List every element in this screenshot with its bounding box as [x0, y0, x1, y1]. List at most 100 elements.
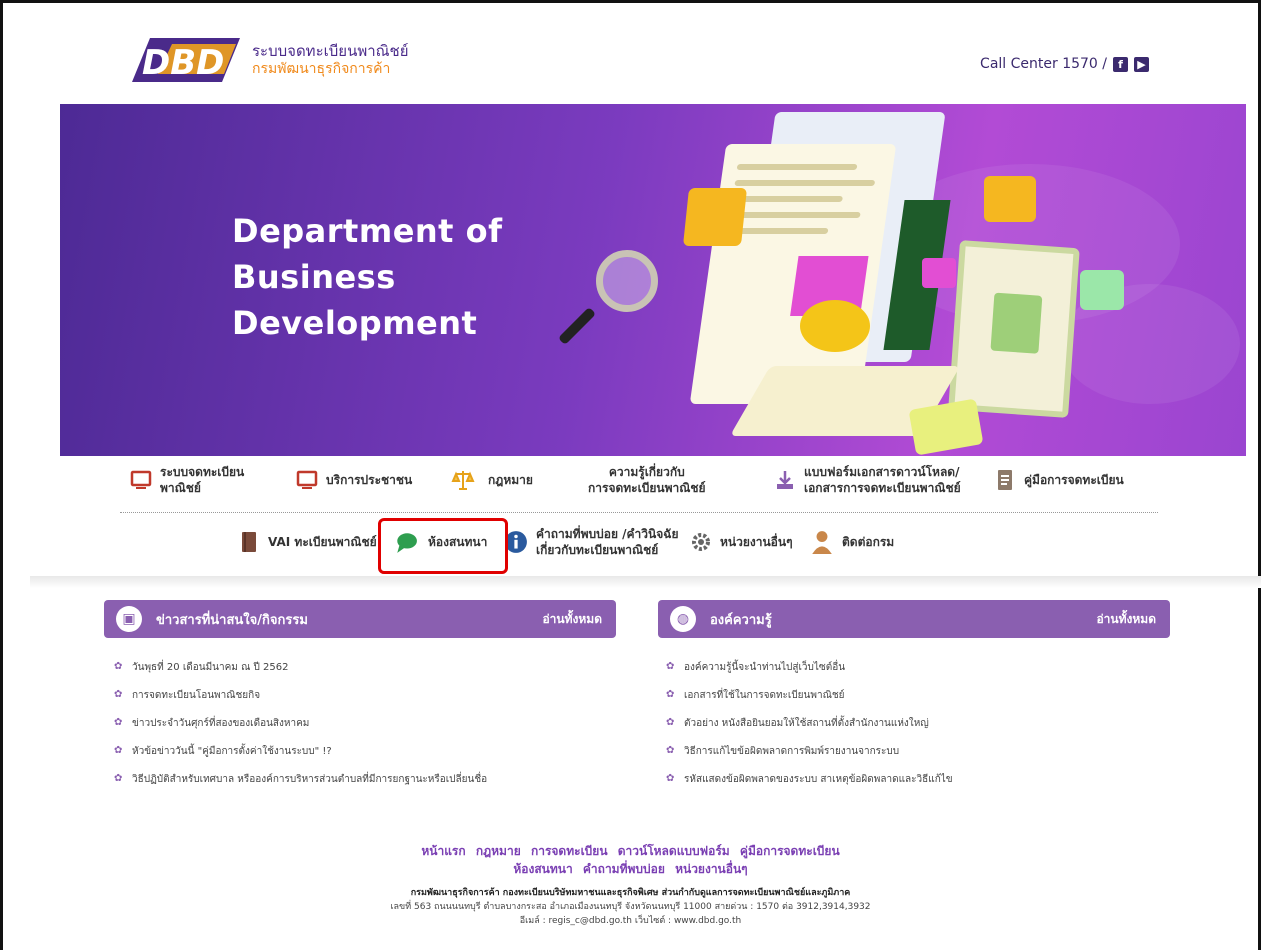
news-icon: ▣: [116, 606, 142, 632]
nav-faq[interactable]: คำถามที่พบบ่อย /คำวินิจฉัยเกี่ยวกับทะเบี…: [504, 526, 690, 558]
document-illustration: [689, 144, 897, 404]
footer-address: เลขที่ 563 ถนนนนทบุรี ตำบลบางกระสอ อำเภอ…: [390, 902, 871, 912]
clipboard-illustration: [948, 240, 1080, 418]
bullet-gear-icon: ✿: [666, 717, 675, 728]
bullet-gear-icon: ✿: [666, 661, 675, 672]
nav-label: เกี่ยวกับทะเบียนพาณิชย์: [536, 543, 659, 557]
section-separator: [30, 576, 1261, 588]
nav-divider: [120, 512, 1158, 513]
list-item[interactable]: ✿ การจดทะเบียนโอนพาณิชยกิจ: [114, 681, 487, 709]
document-icon: [998, 470, 1012, 490]
bullet-gear-icon: ✿: [666, 745, 675, 756]
facebook-icon[interactable]: f: [1113, 56, 1128, 72]
nav-row-1: ระบบจดทะเบียน พาณิชย์ บริการประชาชน กฎหมา…: [130, 464, 1174, 496]
star-icon: [682, 188, 748, 246]
knowledge-list: ✿ องค์ความรู้นี้จะนำท่านไปสู่เว็บไซต์อื่น…: [666, 653, 953, 793]
footer-organization: กรมพัฒนาธุรกิจการค้า กองทะเบียนบริษัทมหา…: [410, 888, 851, 898]
list-item[interactable]: ✿ เอกสารที่ใช้ในการจดทะเบียนพาณิชย์: [666, 681, 953, 709]
call-center-text: Call Center 1570 /: [980, 56, 1107, 72]
banner-title-line: Business: [232, 258, 396, 296]
coin-illustration: [800, 300, 870, 352]
knowledge-item-text: องค์ความรู้นี้จะนำท่านไปสู่เว็บไซต์อื่น: [684, 661, 846, 673]
nav-label: เอกสารการจดทะเบียนพาณิชย์: [804, 481, 961, 495]
footer-link-chat-room[interactable]: ห้องสนทนา: [513, 862, 572, 876]
nav-other-agencies[interactable]: หน่วยงานอื่นๆ: [690, 531, 810, 553]
nav-label: ติดต่อกรม: [842, 535, 895, 549]
list-item[interactable]: ✿ องค์ความรู้นี้จะนำท่านไปสู่เว็บไซต์อื่น: [666, 653, 953, 681]
brand-text: ระบบจดทะเบียนพาณิชย์ กรมพัฒนาธุรกิจการค้…: [252, 42, 409, 78]
nav-label: พาณิชย์: [160, 481, 201, 495]
globe-icon: ◍: [670, 606, 696, 632]
footer-contact: อีเมล์ : regis_c@dbd.go.th เว็บไซต์ : ww…: [519, 916, 742, 926]
nav-label: การจดทะเบียนพาณิชย์: [588, 481, 706, 495]
banner-title-line: Development: [232, 304, 478, 342]
news-item-text: ข่าวประจำวันศุกร์ที่สองของเดือนสิงหาคม: [132, 717, 310, 729]
book-icon: [242, 532, 256, 552]
nav-label: VAI ทะเบียนพาณิชย์: [268, 535, 377, 549]
hero-banner: Department of Business Development: [60, 104, 1246, 456]
person-icon: [812, 531, 832, 554]
chat-room-highlight: [378, 518, 508, 574]
footer-link-home[interactable]: หน้าแรก: [421, 844, 465, 858]
footer-link-faq[interactable]: คำถามที่พบบ่อย: [583, 862, 665, 876]
footer-links-row-2: ห้องสนทนา คำถามที่พบบ่อย หน่วยงานอื่นๆ: [0, 860, 1261, 878]
nav-commercial-registration[interactable]: ระบบจดทะเบียน พาณิชย์: [130, 464, 296, 496]
youtube-icon[interactable]: ▶: [1134, 56, 1149, 72]
knowledge-item-text: รหัสแสดงข้อผิดพลาดของระบบ สาเหตุข้อผิดพล…: [684, 773, 953, 785]
call-center: Call Center 1570 / f ▶: [980, 56, 1149, 72]
nav-label: คู่มือการจดทะเบียน: [1024, 473, 1124, 487]
knowledge-item-text: วิธีการแก้ไขข้อผิดพลาดการพิมพ์รายงานจากร…: [684, 745, 900, 757]
mail-icon: [922, 258, 956, 288]
footer-link-law[interactable]: กฎหมาย: [476, 844, 521, 858]
gear-icon: [692, 533, 710, 551]
banner-title: Department of Business Development: [232, 208, 503, 346]
nav-label: ความรู้เกี่ยวกับ: [608, 465, 685, 479]
news-item-text: การจดทะเบียนโอนพาณิชยกิจ: [132, 689, 261, 701]
nav-row-2: VAI ทะเบียนพาณิชย์ ห้องสนทนา คำถามที่พบบ…: [238, 526, 920, 558]
scale-icon: [451, 471, 475, 490]
nav-contact[interactable]: ติดต่อกรม: [810, 529, 920, 555]
bullet-gear-icon: ✿: [114, 773, 123, 784]
news-item-text: วันพุธที่ 20 เดือนมีนาคม ณ ปี 2562: [132, 661, 289, 673]
nav-law[interactable]: กฎหมาย: [446, 469, 588, 491]
nav-download-forms[interactable]: แบบฟอร์มเอกสารดาวน์โหลด/เอกสารการจดทะเบี…: [774, 464, 994, 496]
list-item[interactable]: ✿ หัวข้อข่าววันนี้ "คู่มือการตั้งค่าใช้งา…: [114, 737, 487, 765]
nav-vai-registration[interactable]: VAI ทะเบียนพาณิชย์: [238, 531, 392, 553]
news-read-all-link[interactable]: อ่านทั้งหมด: [542, 610, 602, 629]
nav-registration-knowledge[interactable]: ความรู้เกี่ยวกับการจดทะเบียนพาณิชย์: [588, 464, 774, 496]
site-footer: หน้าแรก กฎหมาย การจดทะเบียน ดาวน์โหลดแบบ…: [0, 842, 1261, 928]
list-item[interactable]: ✿ ตัวอย่าง หนังสือยินยอมให้ใช้สถานที่ตั้ง…: [666, 709, 953, 737]
news-panel-title: ข่าวสารที่น่าสนใจ/กิจกรรม: [156, 612, 308, 628]
footer-link-download-forms[interactable]: ดาวน์โหลดแบบฟอร์ม: [618, 844, 730, 858]
bullet-gear-icon: ✿: [666, 773, 675, 784]
news-panel-header: ▣ ข่าวสารที่น่าสนใจ/กิจกรรม อ่านทั้งหมด: [104, 600, 616, 638]
bullet-gear-icon: ✿: [114, 745, 123, 756]
nav-label: กฎหมาย: [488, 473, 533, 487]
nav-registration-manual[interactable]: คู่มือการจดทะเบียน: [994, 469, 1174, 491]
nav-label: หน่วยงานอื่นๆ: [720, 535, 793, 549]
list-item[interactable]: ✿ วิธีการแก้ไขข้อผิดพลาดการพิมพ์รายงานจาก…: [666, 737, 953, 765]
monitor-icon: [130, 470, 152, 489]
knowledge-item-text: เอกสารที่ใช้ในการจดทะเบียนพาณิชย์: [684, 689, 845, 701]
footer-link-manual[interactable]: คู่มือการจดทะเบียน: [740, 844, 840, 858]
main-navigation: ระบบจดทะเบียน พาณิชย์ บริการประชาชน กฎหมา…: [60, 456, 1246, 580]
magnifier-icon: [596, 250, 658, 312]
footer-link-other-agencies[interactable]: หน่วยงานอื่นๆ: [675, 862, 748, 876]
banner-title-line: Department of: [232, 212, 503, 250]
monitor-icon: [296, 470, 318, 489]
nav-label: แบบฟอร์มเอกสารดาวน์โหลด/: [804, 465, 960, 479]
knowledge-item-text: ตัวอย่าง หนังสือยินยอมให้ใช้สถานที่ตั้งส…: [684, 717, 929, 729]
bullet-gear-icon: ✿: [114, 717, 123, 728]
list-item[interactable]: ✿ วันพุธที่ 20 เดือนมีนาคม ณ ปี 2562: [114, 653, 487, 681]
logo-text: DBD: [142, 43, 224, 83]
footer-link-registration[interactable]: การจดทะเบียน: [531, 844, 608, 858]
list-item[interactable]: ✿ ข่าวประจำวันศุกร์ที่สองของเดือนสิงหาคม: [114, 709, 487, 737]
nav-public-services[interactable]: บริการประชาชน: [296, 469, 446, 491]
nav-label: คำถามที่พบบ่อย /คำวินิจฉัย: [536, 527, 679, 541]
bullet-gear-icon: ✿: [114, 661, 123, 672]
list-item[interactable]: ✿ รหัสแสดงข้อผิดพลาดของระบบ สาเหตุข้อผิดพ…: [666, 765, 953, 793]
list-item[interactable]: ✿ วิธีปฏิบัติสำหรับเทศบาล หรือองค์การบริห…: [114, 765, 487, 793]
knowledge-read-all-link[interactable]: อ่านทั้งหมด: [1096, 610, 1156, 629]
dbd-logo[interactable]: DBD: [128, 34, 246, 86]
brand-system-name: ระบบจดทะเบียนพาณิชย์: [252, 42, 409, 60]
